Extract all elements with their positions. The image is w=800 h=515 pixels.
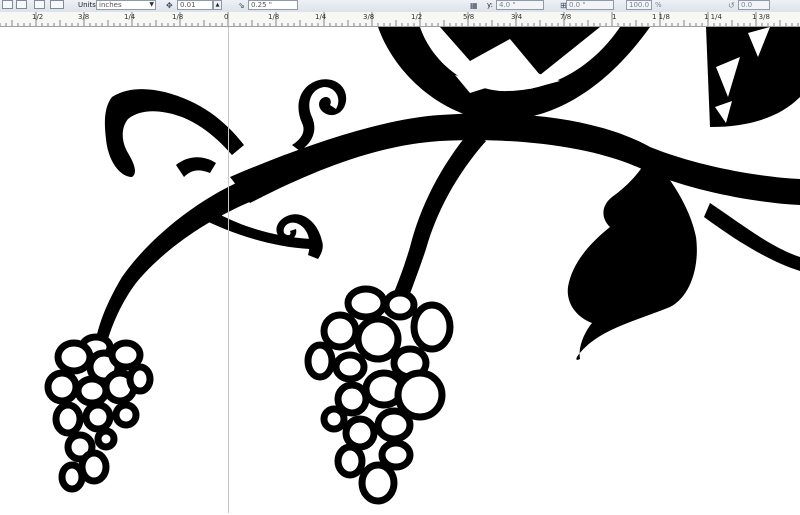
all-pages-button[interactable] xyxy=(50,0,64,9)
second-position-input[interactable]: 0.0 " xyxy=(566,0,614,10)
scale-value: 100.0 xyxy=(629,1,650,9)
y-label: y: xyxy=(487,1,493,9)
ruler-label: 1/2 xyxy=(32,13,44,21)
units-value: inches xyxy=(99,1,122,9)
main-vine[interactable] xyxy=(96,79,800,339)
y-position-input[interactable]: 4.0 " xyxy=(496,0,544,10)
ruler-label: 1/4 xyxy=(315,13,327,21)
horizontal-ruler[interactable]: 1/2 3/8 1/4 1/8 0 1/8 1/4 3/8 1/2 5/8 3/… xyxy=(0,12,800,27)
top-right-leaf[interactable] xyxy=(706,27,800,127)
top-bowl-shape[interactable] xyxy=(378,27,650,121)
vertical-guideline[interactable] xyxy=(228,27,229,513)
second-value: 0.0 " xyxy=(569,1,586,9)
rotate-icon: ↺ xyxy=(728,1,735,10)
ruler-label: 3/4 xyxy=(511,13,523,21)
middle-grape-cluster[interactable] xyxy=(304,285,454,505)
angle-value: 0.0 xyxy=(741,1,753,9)
duplicate-distance-value: 0.25 " xyxy=(251,1,273,9)
nudge-distance-input[interactable]: 0.01 xyxy=(177,0,213,10)
nudge-value: 0.01 xyxy=(180,1,196,9)
ruler-label: 1/8 xyxy=(268,13,280,21)
ruler-ticks xyxy=(0,12,799,26)
rotation-angle-input[interactable]: 0.0 xyxy=(738,0,770,10)
units-dropdown[interactable]: inches ▼ xyxy=(96,0,156,10)
ruler-label: 0 xyxy=(224,13,229,21)
landscape-button[interactable] xyxy=(34,0,45,9)
page-frame-button[interactable] xyxy=(2,0,13,9)
ruler-label: 1 1/8 xyxy=(652,13,670,21)
page-border-button[interactable] xyxy=(16,0,27,9)
y-value: 4.0 " xyxy=(499,1,516,9)
ruler-label: 1 3/8 xyxy=(752,13,770,21)
duplicate-distance-input[interactable]: 0.25 " xyxy=(248,0,298,10)
ruler-label: 1 xyxy=(612,13,617,21)
ruler-label: 5/8 xyxy=(463,13,475,21)
nudge-icon: ✥ xyxy=(166,1,173,10)
ruler-label: 7/8 xyxy=(560,13,572,21)
ruler-label: 3/8 xyxy=(363,13,375,21)
scale-input[interactable]: 100.0 xyxy=(626,0,652,10)
ruler-label: 1/4 xyxy=(124,13,136,21)
ruler-label: 1 1/4 xyxy=(704,13,722,21)
left-grape-cluster[interactable] xyxy=(44,333,154,493)
drawing-canvas[interactable] xyxy=(0,27,800,513)
duplicate-distance-icon: ⇘ xyxy=(238,1,245,10)
grape-vine-artwork[interactable] xyxy=(0,27,800,513)
ruler-label: 1/2 xyxy=(411,13,423,21)
chevron-down-icon: ▼ xyxy=(149,1,154,8)
ruler-label: 3/8 xyxy=(78,13,90,21)
nudge-spinner[interactable]: ▲ xyxy=(213,0,222,10)
percent-icon: % xyxy=(655,1,662,9)
ruler-label: 1/8 xyxy=(172,13,184,21)
grid-icon: ▦ xyxy=(470,1,478,10)
